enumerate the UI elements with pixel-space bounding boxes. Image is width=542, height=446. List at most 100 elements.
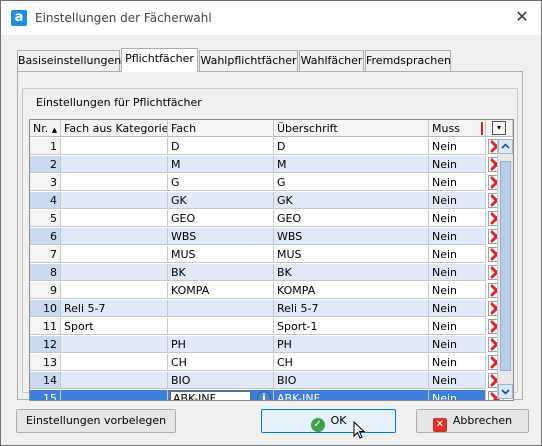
column-header-muss[interactable]: Muss (429, 120, 486, 137)
table-row[interactable]: 8 BK BK Nein (30, 264, 504, 282)
table-row[interactable]: 5 GEO GEO Nein (30, 210, 504, 228)
cell-kategorie[interactable] (61, 264, 168, 281)
cell-fach[interactable]: PH (168, 336, 274, 353)
cell-fach[interactable]: BK (168, 264, 274, 281)
cell-kategorie[interactable] (61, 336, 168, 353)
cell-ueberschrift[interactable]: MUS (274, 246, 429, 263)
cell-muss[interactable]: Nein (429, 210, 486, 227)
cell-muss[interactable]: Nein (429, 354, 486, 371)
table-row[interactable]: 13 CH CH Nein (30, 354, 504, 372)
cell-ueberschrift[interactable]: Sport-1 (274, 318, 429, 335)
column-header-kategorie[interactable]: Fach aus Kategorie (61, 120, 168, 137)
table-row[interactable]: 2 M M Nein (30, 156, 504, 174)
cell-ueberschrift[interactable]: BIO (274, 372, 429, 389)
cell-kategorie[interactable] (61, 174, 168, 191)
cell-muss[interactable]: Nein (429, 390, 486, 400)
cell-ueberschrift[interactable]: BK (274, 264, 429, 281)
tab-pflichtfaecher[interactable]: Pflichtfächer (121, 48, 198, 72)
cell-kategorie[interactable] (61, 156, 168, 173)
info-icon[interactable]: i (257, 391, 271, 400)
tab-fremdsprachen[interactable]: Fremdsprachen (365, 50, 451, 71)
cell-ueberschrift[interactable]: D (274, 138, 429, 155)
cell-ueberschrift[interactable]: ABK-INF (274, 390, 429, 400)
cell-ueberschrift[interactable]: CH (274, 354, 429, 371)
table-row[interactable]: 15 ABK-INF i ABK-INF Nein (30, 390, 504, 400)
cell-muss[interactable]: Nein (429, 336, 486, 353)
cell-fach[interactable]: WBS (168, 228, 274, 245)
checkmark-icon: ✓ (310, 418, 325, 432)
group-title: Einstellungen für Pflichtfächer (33, 96, 205, 109)
table-row[interactable]: 9 KOMPA KOMPA Nein (30, 282, 504, 300)
table-row[interactable]: 6 WBS WBS Nein (30, 228, 504, 246)
preset-settings-button[interactable]: Einstellungen vorbelegen (16, 409, 176, 433)
cell-kategorie[interactable] (61, 138, 168, 155)
cell-kategorie[interactable] (61, 228, 168, 245)
cell-muss[interactable]: Nein (429, 318, 486, 335)
cell-fach[interactable]: GEO (168, 210, 274, 227)
cancel-button[interactable]: ✕ Abbrechen (416, 409, 529, 433)
cell-fach[interactable]: MUS (168, 246, 274, 263)
cell-kategorie[interactable] (61, 390, 168, 400)
table-row[interactable]: 10 Reli 5-7 Reli 5-7 Nein (30, 300, 504, 318)
table-row[interactable]: 4 GK GK Nein (30, 192, 504, 210)
table-row[interactable]: 14 BIO BIO Nein (30, 372, 504, 390)
cell-kategorie[interactable] (61, 282, 168, 299)
column-chooser-icon[interactable]: ▾ (492, 121, 506, 135)
cell-kategorie[interactable] (61, 354, 168, 371)
cell-fach[interactable]: GK (168, 192, 274, 209)
cell-muss[interactable]: Nein (429, 282, 486, 299)
tab-basiseinstellungen[interactable]: Basiseinstellungen (17, 50, 121, 71)
cell-fach[interactable]: ABK-INF i (168, 390, 274, 400)
cell-muss[interactable]: Nein (429, 300, 486, 317)
cell-muss[interactable]: Nein (429, 372, 486, 389)
cell-muss[interactable]: Nein (429, 192, 486, 209)
table-row[interactable]: 7 MUS MUS Nein (30, 246, 504, 264)
column-header-ueberschrift[interactable]: Überschrift (274, 120, 429, 137)
cell-muss[interactable]: Nein (429, 228, 486, 245)
cell-ueberschrift[interactable]: KOMPA (274, 282, 429, 299)
chevron-down-icon[interactable] (498, 384, 513, 399)
cell-muss[interactable]: Nein (429, 174, 486, 191)
cell-ueberschrift[interactable]: M (274, 156, 429, 173)
cell-ueberschrift[interactable]: GEO (274, 210, 429, 227)
cell-kategorie[interactable]: Sport (61, 318, 168, 335)
cell-fach[interactable]: KOMPA (168, 282, 274, 299)
cell-fach[interactable]: BIO (168, 372, 274, 389)
vertical-scrollbar[interactable] (497, 139, 513, 399)
cell-muss[interactable]: Nein (429, 138, 486, 155)
cell-kategorie[interactable] (61, 372, 168, 389)
cell-muss[interactable]: Nein (429, 246, 486, 263)
cell-ueberschrift[interactable]: PH (274, 336, 429, 353)
cell-nr: 11 (30, 318, 61, 335)
table-row[interactable]: 1 D D Nein (30, 138, 504, 156)
table-row[interactable]: 3 G G Nein (30, 174, 504, 192)
cell-kategorie[interactable] (61, 210, 168, 227)
cell-ueberschrift[interactable]: Reli 5-7 (274, 300, 429, 317)
chevron-up-icon[interactable] (498, 139, 513, 154)
column-header-fach[interactable]: Fach (168, 120, 274, 137)
table-row[interactable]: 11 Sport Sport-1 Nein (30, 318, 504, 336)
cell-muss[interactable]: Nein (429, 264, 486, 281)
cell-fach[interactable]: D (168, 138, 274, 155)
tab-wahlpflichtfaecher[interactable]: Wahlpflichtfächer (199, 50, 298, 71)
cell-kategorie[interactable]: Reli 5-7 (61, 300, 168, 317)
cell-nr: 6 (30, 228, 61, 245)
ok-button[interactable]: ✓ OK (261, 409, 396, 433)
cell-fach[interactable] (168, 300, 274, 317)
cell-fach[interactable] (168, 318, 274, 335)
cell-ueberschrift[interactable]: G (274, 174, 429, 191)
table-row[interactable]: 12 PH PH Nein (30, 336, 504, 354)
cell-fach[interactable]: CH (168, 354, 274, 371)
column-header-nr[interactable]: Nr. ▲ (30, 120, 61, 137)
scrollbar-thumb[interactable] (500, 161, 511, 371)
tab-wahlfaecher[interactable]: Wahlfächer (299, 50, 364, 71)
fach-edit-input[interactable]: ABK-INF (170, 391, 251, 400)
cell-muss[interactable]: Nein (429, 156, 486, 173)
cell-ueberschrift[interactable]: WBS (274, 228, 429, 245)
cell-ueberschrift[interactable]: GK (274, 192, 429, 209)
cell-kategorie[interactable] (61, 192, 168, 209)
close-icon[interactable]: ✕ (513, 8, 531, 26)
cell-fach[interactable]: M (168, 156, 274, 173)
cell-kategorie[interactable] (61, 246, 168, 263)
cell-fach[interactable]: G (168, 174, 274, 191)
